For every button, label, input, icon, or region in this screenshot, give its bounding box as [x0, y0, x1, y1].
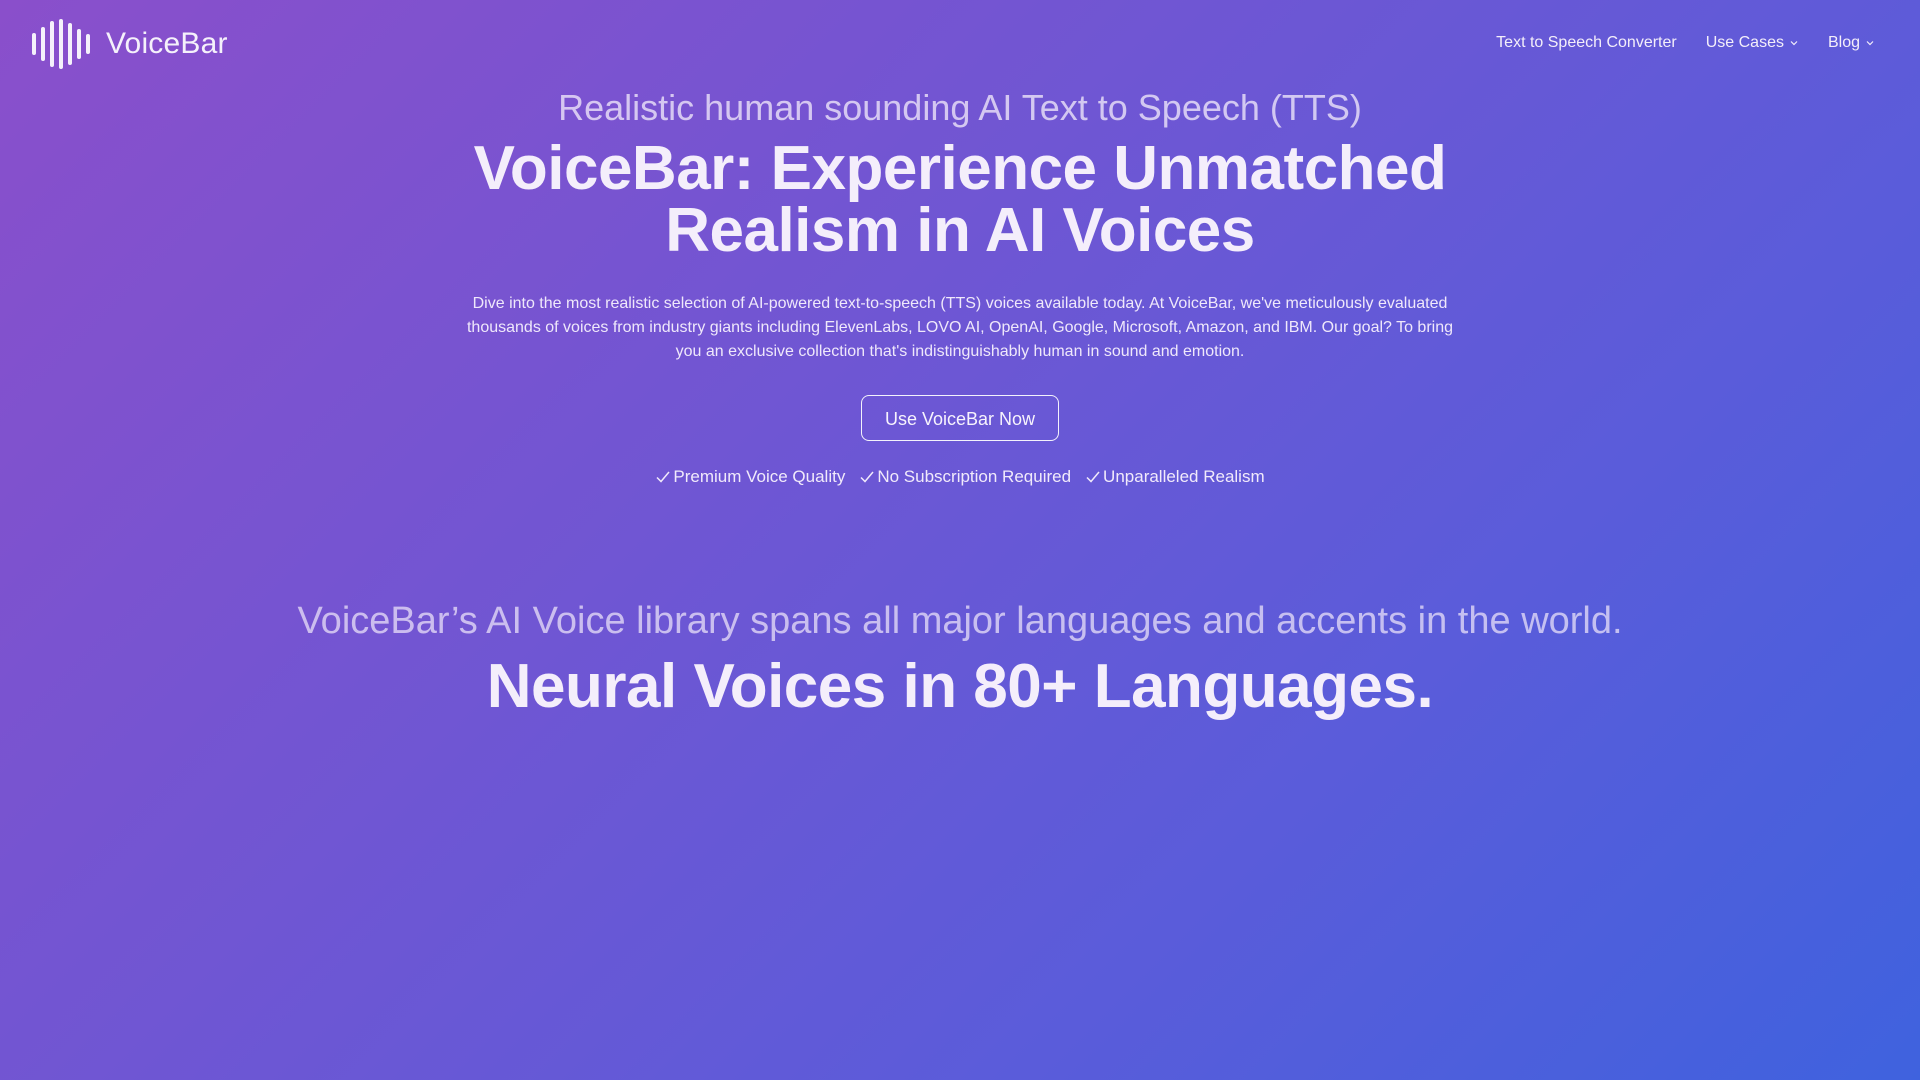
feature-item: Unparalleled Realism — [1085, 467, 1265, 487]
chevron-down-icon — [1866, 41, 1874, 46]
nav-item-label: Blog — [1827, 34, 1860, 51]
nav-item-text-to-speech-converter[interactable]: Text to Speech Converter — [1496, 34, 1677, 52]
site-header: VoiceBar Text to Speech Converter Use Ca… — [0, 0, 1920, 90]
feature-item: Premium Voice Quality — [655, 467, 845, 487]
feature-list: Premium Voice Quality No Subscription Re… — [0, 467, 1920, 487]
hero-section: Realistic human sounding AI Text to Spee… — [0, 86, 1920, 487]
hero-title: VoiceBar: Experience Unmatched Realism i… — [473, 134, 1447, 265]
feature-label: No Subscription Required — [877, 467, 1072, 486]
nav-item-label: Text to Speech Converter — [1496, 34, 1677, 51]
check-icon — [1086, 471, 1100, 483]
languages-kicker: VoiceBar’s AI Voice library spans all ma… — [297, 600, 1623, 642]
main-nav: Text to Speech Converter Use Cases Blog — [1496, 34, 1875, 52]
languages-section: VoiceBar’s AI Voice library spans all ma… — [0, 598, 1920, 722]
feature-label: Unparalleled Realism — [1103, 467, 1265, 486]
use-voicebar-button[interactable]: Use VoiceBar Now — [860, 395, 1060, 441]
check-icon — [656, 471, 670, 483]
feature-label: Premium Voice Quality — [673, 467, 846, 486]
nav-item-use-cases[interactable]: Use Cases — [1706, 34, 1799, 52]
check-icon — [860, 471, 874, 483]
hero-kicker: Realistic human sounding AI Text to Spee… — [558, 87, 1362, 128]
sound-wave-icon — [32, 19, 90, 69]
nav-item-blog[interactable]: Blog — [1828, 34, 1875, 52]
nav-item-label: Use Cases — [1705, 34, 1784, 51]
languages-title: Neural Voices in 80+ Languages. — [486, 652, 1434, 721]
feature-item: No Subscription Required — [859, 467, 1071, 487]
brand-name: VoiceBar — [106, 27, 228, 60]
hero-description: Dive into the most realistic selection o… — [466, 295, 1453, 360]
chevron-down-icon — [1790, 41, 1798, 46]
logo-link[interactable]: VoiceBar — [32, 19, 228, 69]
